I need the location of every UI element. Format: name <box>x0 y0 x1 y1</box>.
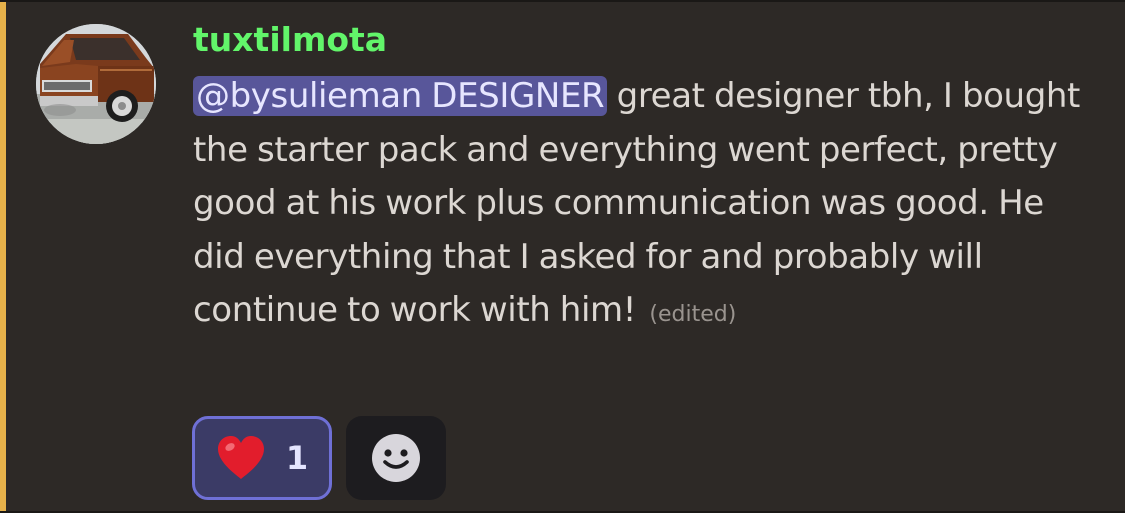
heart-emoji-icon <box>217 436 264 479</box>
avatar-classic-truck-icon <box>36 24 156 144</box>
user-mention[interactable]: @bysulieman DESIGNER <box>193 76 608 116</box>
edited-label: (edited) <box>649 302 737 327</box>
reaction-heart[interactable]: 1 <box>192 416 332 500</box>
reaction-count: 1 <box>285 439 309 477</box>
message-container: tuxtilmota @bysulieman DESIGNER great de… <box>0 0 1125 513</box>
message-content: @bysulieman DESIGNER great designer tbh,… <box>193 70 1098 342</box>
add-reaction-button[interactable] <box>346 416 446 500</box>
mention-highlight-bar <box>0 2 6 511</box>
avatar[interactable] <box>36 24 156 144</box>
message-author[interactable]: tuxtilmota <box>193 16 387 64</box>
smiley-add-reaction-icon <box>372 434 420 482</box>
